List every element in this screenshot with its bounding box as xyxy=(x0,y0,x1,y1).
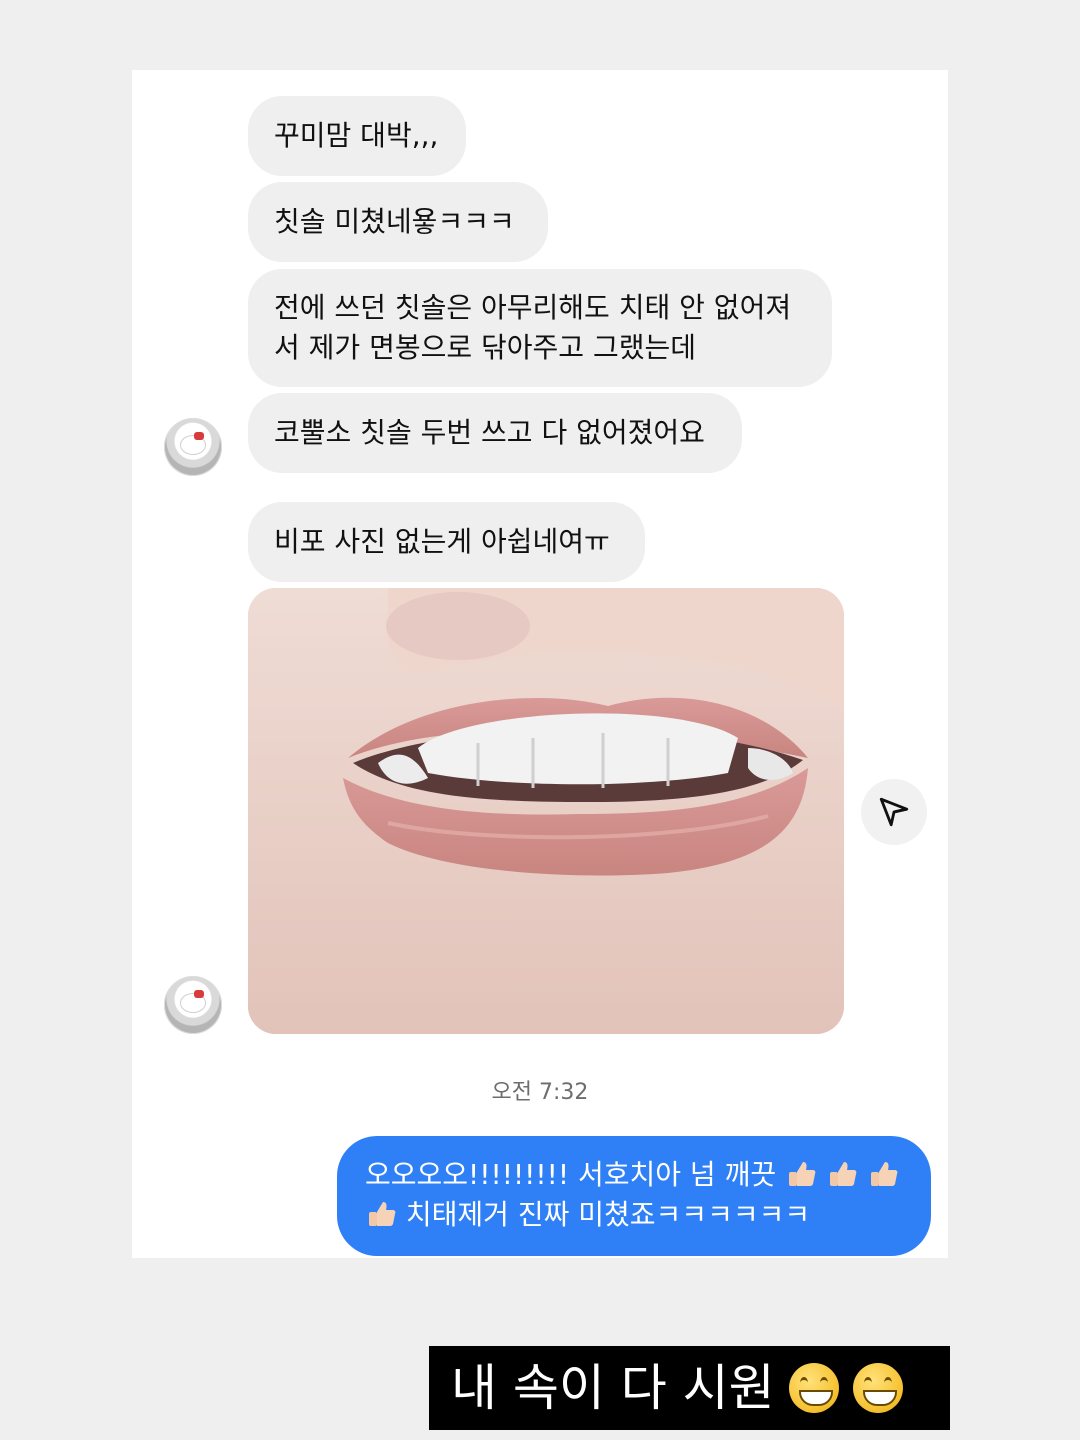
sent-message-text: 오오오오!!!!!!!!! 서호치아 넘 깨끗 xyxy=(365,1158,777,1191)
sent-message-line: 치태제거 진짜 미쳤죠ㅋㅋㅋㅋㅋㅋ xyxy=(365,1195,903,1235)
teeth-photo-illustration xyxy=(248,588,844,1034)
received-message: 전에 쓰던 칫솔은 아무리해도 치태 안 없어져서 제가 면봉으로 닦아주고 그… xyxy=(248,269,832,387)
thumbs-up-icon xyxy=(785,1158,817,1190)
sent-message-text: 치태제거 진짜 미쳤죠ㅋㅋㅋㅋㅋㅋ xyxy=(405,1198,811,1231)
shared-photo[interactable] xyxy=(248,588,844,1034)
send-paper-plane-icon xyxy=(879,797,909,827)
grinning-face-icon xyxy=(852,1363,903,1413)
caption-text: 내 속이 다 시원 xyxy=(451,1359,775,1417)
sender-avatar[interactable] xyxy=(164,418,222,476)
sent-message-line: 오오오오!!!!!!!!! 서호치아 넘 깨끗 xyxy=(365,1155,903,1195)
avatar-bow xyxy=(194,990,204,998)
thumbs-up-icon xyxy=(867,1158,899,1190)
received-message: 칫솔 미쳤네욯ㅋㅋㅋ xyxy=(248,182,548,262)
grinning-face-icon xyxy=(788,1363,839,1413)
sent-message: 오오오오!!!!!!!!! 서호치아 넘 깨끗 치태제거 진짜 미쳤죠ㅋㅋㅋㅋㅋ… xyxy=(337,1136,931,1256)
received-message: 코뿔소 칫솔 두번 쓰고 다 없어졌어요 xyxy=(248,393,742,473)
story-caption: 내 속이 다 시원 xyxy=(429,1346,950,1430)
avatar-bow xyxy=(194,432,204,440)
thumbs-up-icon xyxy=(826,1158,858,1190)
message-timestamp: 오전 7:32 xyxy=(491,1080,589,1105)
sender-avatar[interactable] xyxy=(164,976,222,1034)
share-button[interactable] xyxy=(861,779,927,845)
thumbs-up-icon xyxy=(365,1198,397,1230)
received-message: 비포 사진 없는게 아쉽네여ㅠ xyxy=(248,502,645,582)
received-message: 꾸미맘 대박,,, xyxy=(248,96,466,176)
